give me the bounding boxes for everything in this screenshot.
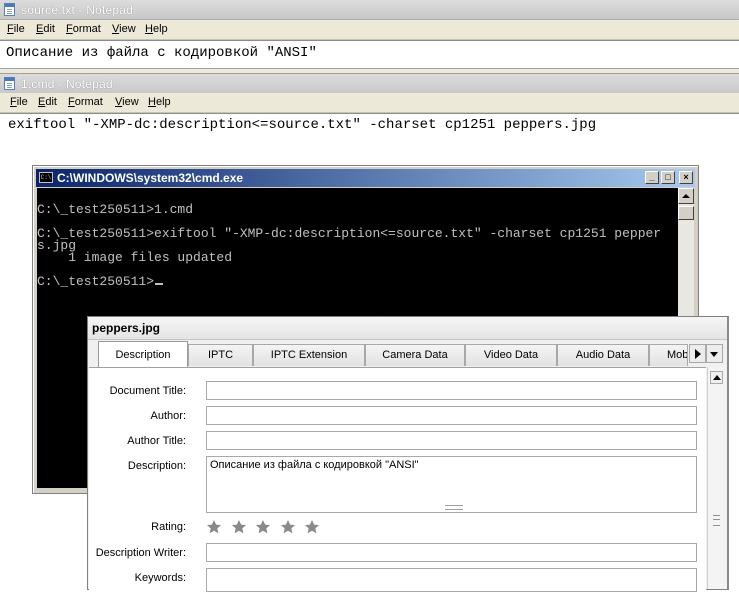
tab-camera-data[interactable]: Camera Data: [365, 344, 465, 366]
star-icon[interactable]: [255, 519, 271, 535]
notepad-source-title: source.txt - Notepad: [21, 3, 134, 17]
notepad-cmd-title: 1.cmd - Notepad: [21, 77, 113, 91]
notepad-icon: [4, 77, 15, 90]
description-form: Document Title: Author: Author Title: De…: [89, 367, 706, 592]
notepad-icon: [4, 3, 15, 16]
document-title-label: Document Title:: [109, 385, 186, 397]
console-line: C:\_test250511>1.cmd: [37, 202, 194, 217]
author-field[interactable]: [206, 406, 697, 425]
description-writer-field[interactable]: [206, 543, 697, 562]
author-title-label: Author Title:: [127, 435, 186, 447]
notepad-source-menubar: File Edit Format View Help: [0, 20, 739, 40]
metadata-titlebar[interactable]: peppers.jpg: [88, 317, 727, 340]
menu-view[interactable]: View: [115, 96, 139, 108]
scroll-up-arrow-icon[interactable]: [710, 371, 723, 384]
tab-iptc[interactable]: IPTC: [188, 344, 253, 366]
cmd-title: C:\WINDOWS\system32\cmd.exe: [57, 171, 244, 185]
description-writer-label: Description Writer:: [95, 547, 186, 559]
star-icon[interactable]: [304, 519, 320, 535]
keywords-label: Keywords:: [134, 572, 186, 584]
description-field[interactable]: Описание из файла с кодировкой "ANSI": [206, 456, 697, 513]
star-icon[interactable]: [206, 519, 222, 535]
star-icon[interactable]: [231, 519, 247, 535]
console-prompt: C:\_test250511>: [37, 274, 155, 289]
notepad-cmd-text: exiftool "-XMP-dc:description<=source.tx…: [8, 117, 597, 133]
notepad-cmd-titlebar[interactable]: 1.cmd - Notepad: [0, 74, 739, 94]
console-line: C:\_test250511>exiftool "-XMP-dc:descrip…: [37, 226, 662, 241]
text-cursor: [155, 283, 164, 285]
notepad-source-editor[interactable]: Описание из файла с кодировкой "ANSI": [0, 40, 739, 69]
resize-grip-icon[interactable]: [445, 505, 463, 510]
menu-edit[interactable]: Edit: [36, 23, 55, 35]
tab-description[interactable]: Description: [98, 341, 188, 367]
menu-file[interactable]: File: [10, 96, 28, 108]
close-button[interactable]: ×: [679, 171, 693, 184]
metadata-panel: peppers.jpg Description IPTC IPTC Extens…: [87, 316, 729, 592]
cmd-icon: C:\: [39, 172, 53, 183]
console-prompt-line: C:\_test250511>: [37, 274, 164, 289]
rating-label: Rating:: [151, 521, 186, 533]
console-line: 1 image files updated: [37, 250, 233, 265]
tab-scroll-right-icon[interactable]: [689, 344, 706, 363]
star-icon[interactable]: [280, 519, 296, 535]
minimize-button[interactable]: _: [645, 171, 659, 184]
menu-format[interactable]: Format: [66, 23, 101, 35]
form-scrollbar[interactable]: [707, 367, 726, 589]
scroll-thumb[interactable]: [678, 206, 694, 220]
description-label: Description:: [127, 460, 186, 472]
scroll-up-arrow-icon[interactable]: [678, 188, 694, 204]
description-value: Описание из файла с кодировкой "ANSI": [210, 459, 419, 471]
scroll-thumb-grip-icon[interactable]: [713, 515, 720, 526]
notepad-source-titlebar[interactable]: source.txt - Notepad: [0, 0, 739, 20]
tab-audio-data[interactable]: Audio Data: [557, 344, 649, 366]
author-title-field[interactable]: [206, 431, 697, 450]
menu-format[interactable]: Format: [68, 96, 103, 108]
tab-video-data[interactable]: Video Data: [465, 344, 557, 366]
cmd-titlebar[interactable]: C:\ C:\WINDOWS\system32\cmd.exe _ □ ×: [36, 169, 695, 187]
tab-list-dropdown-icon[interactable]: [706, 344, 723, 363]
metadata-title: peppers.jpg: [92, 321, 161, 335]
document-title-field[interactable]: [206, 381, 697, 400]
menu-help[interactable]: Help: [145, 23, 168, 35]
menu-help[interactable]: Help: [148, 96, 171, 108]
notepad-source-text: Описание из файла с кодировкой "ANSI": [6, 45, 317, 61]
tab-mobile[interactable]: Mob: [649, 344, 688, 366]
author-label: Author:: [150, 410, 186, 422]
notepad-cmd-menubar: File Edit Format View Help: [0, 93, 739, 113]
keywords-field[interactable]: [206, 568, 697, 592]
menu-view[interactable]: View: [112, 23, 136, 35]
metadata-tab-strip: Description IPTC IPTC Extension Camera D…: [88, 341, 727, 367]
menu-file[interactable]: File: [7, 23, 25, 35]
menu-edit[interactable]: Edit: [38, 96, 57, 108]
tab-iptc-extension[interactable]: IPTC Extension: [253, 344, 365, 366]
maximize-button[interactable]: □: [661, 171, 675, 184]
